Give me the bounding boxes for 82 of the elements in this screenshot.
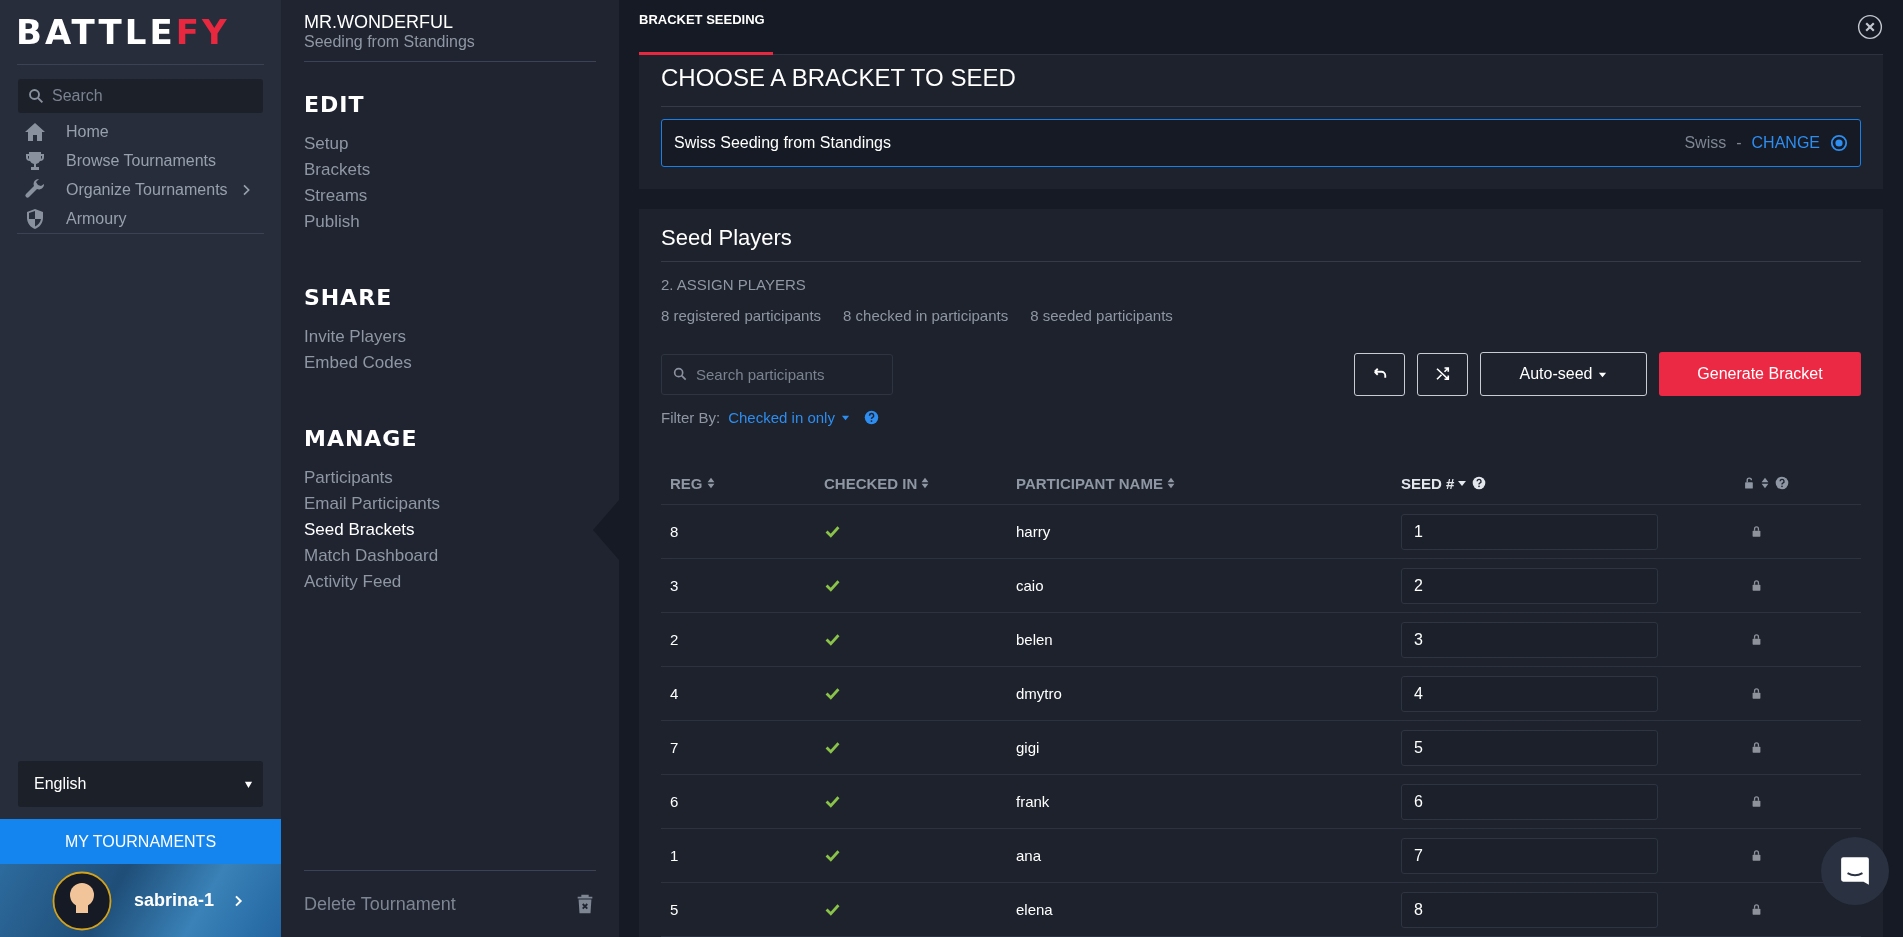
sort-icon (1165, 477, 1176, 489)
table-cell-text: 5 (670, 901, 680, 918)
filter-dropdown[interactable]: Checked in only (728, 409, 850, 426)
table-cell-text: gigi (1016, 739, 1041, 756)
participant-count: 8 seeded participants (1030, 307, 1173, 324)
card-heading: Seed Players (661, 209, 1861, 262)
seed-input[interactable]: 3 (1401, 621, 1658, 658)
column-header[interactable]: CHECKED IN (824, 474, 931, 492)
column-header[interactable] (1743, 476, 1789, 490)
chat-bubble-icon (1839, 855, 1871, 887)
separator: - (1736, 134, 1742, 152)
search-field[interactable]: Search participants (661, 353, 893, 395)
language-select[interactable]: English (18, 761, 263, 807)
seed-input[interactable]: 5 (1401, 729, 1658, 766)
sort-icon (920, 477, 931, 489)
filter-label: Filter By: (661, 409, 721, 426)
close-icon (1857, 14, 1883, 40)
tournament-subtitle: Seeding from Standings (304, 33, 476, 51)
step-label: 2. ASSIGN PLAYERS (661, 276, 807, 293)
participant-count: 8 checked in participants (843, 307, 1009, 324)
card-heading: CHOOSE A BRACKET TO SEED (661, 55, 1861, 107)
sort-icon (1760, 477, 1770, 489)
participant-count: 8 registered participants (661, 307, 822, 324)
table-cell-text: 3 (670, 577, 680, 594)
seed-input[interactable]: 1 (1401, 513, 1658, 550)
bracket-type: Swiss (1684, 134, 1727, 152)
table-cell-text: 7 (670, 739, 680, 756)
column-header[interactable]: PARTICIPANT NAME (1016, 474, 1176, 492)
menu-link[interactable]: Brackets (304, 157, 371, 183)
table-cell-text: 4 (670, 685, 680, 702)
table-cell-text: ana (1016, 847, 1043, 864)
profile-banner[interactable]: sabrina-1 (0, 864, 281, 937)
seed-input[interactable]: 4 (1401, 675, 1658, 712)
help-icon (863, 410, 879, 425)
my-tournaments-button[interactable]: MY TOURNAMENTS (0, 819, 281, 864)
seed-input[interactable]: 7 (1401, 837, 1658, 874)
table-cell-text: belen (1016, 631, 1054, 648)
sort-icon (705, 477, 716, 489)
column-header[interactable]: SEED # (1401, 474, 1487, 492)
auto-seed-button[interactable]: Auto-seed (1480, 352, 1647, 396)
radio-selected-icon (1830, 134, 1848, 152)
tournament-title: MR.WONDERFUL (304, 11, 454, 33)
nav-item[interactable]: Organize Tournaments (18, 175, 263, 204)
menu-link[interactable]: Invite Players (304, 324, 407, 350)
table-cell-text: dmytro (1016, 685, 1063, 702)
column-header[interactable]: REG (670, 474, 716, 492)
table-cell-text: elena (1016, 901, 1054, 918)
generate-bracket-button[interactable]: Generate Bracket (1659, 352, 1861, 396)
menu-link[interactable]: Streams (304, 183, 368, 209)
seed-input[interactable]: 6 (1401, 783, 1658, 820)
nav-item[interactable]: Armoury (18, 204, 263, 233)
table-cell-text: frank (1016, 793, 1051, 810)
logo[interactable]: BATTLE FY (0, 0, 246, 64)
bracket-option[interactable]: Swiss Seeding from Standings Swiss - CHANGE (661, 119, 1861, 167)
seed-input[interactable]: 2 (1401, 567, 1658, 604)
table-cell-text: 6 (670, 793, 680, 810)
dropdown-caret-icon (244, 779, 253, 789)
change-link[interactable]: CHANGE (1751, 134, 1820, 152)
table-cell-text: caio (1016, 577, 1045, 594)
menu-link[interactable]: Setup (304, 131, 349, 157)
seed-input[interactable]: 8 (1401, 891, 1658, 928)
table-cell-text: harry (1016, 523, 1052, 540)
section-heading: MANAGE (304, 426, 419, 451)
shuffle-button[interactable] (1417, 352, 1468, 396)
nav-item[interactable]: Home (18, 117, 263, 146)
caret-icon (840, 413, 850, 422)
menu-link[interactable]: Participants (304, 465, 393, 491)
undo-button[interactable] (1354, 352, 1405, 396)
menu-link[interactable]: Activity Feed (304, 569, 402, 595)
table-cell-text: 8 (670, 523, 680, 540)
avatar-icon (52, 870, 112, 931)
table-cell-text: 2 (670, 631, 680, 648)
menu-link[interactable]: Embed Codes (304, 350, 412, 376)
nav-item[interactable]: Browse Tournaments (18, 146, 263, 175)
section-heading: EDIT (304, 92, 366, 117)
menu-link[interactable]: Email Participants (304, 491, 441, 517)
section-heading: SHARE (304, 285, 394, 310)
delete-tournament-link[interactable]: Delete Tournament (304, 893, 456, 915)
menu-link[interactable]: Publish (304, 209, 360, 235)
search-field[interactable]: Search (18, 79, 263, 113)
table-cell-text: 1 (670, 847, 680, 864)
menu-link[interactable]: Match Dashboard (304, 543, 439, 569)
